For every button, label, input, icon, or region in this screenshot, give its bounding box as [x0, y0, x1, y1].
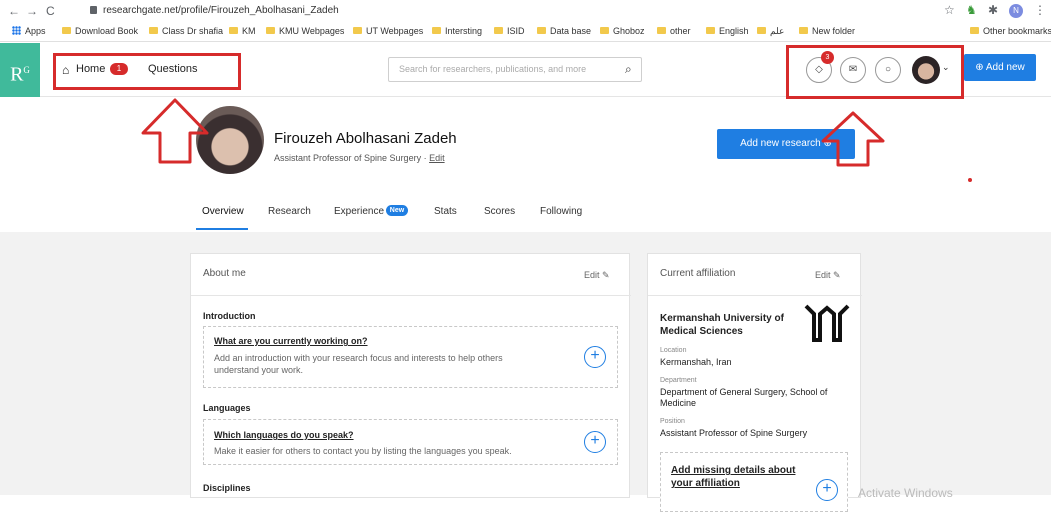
introduction-title: Introduction [203, 311, 256, 321]
bookmark-item[interactable]: UT Webpages [353, 26, 423, 36]
folder-icon [149, 27, 158, 34]
position-label: Position [660, 418, 685, 425]
plus-circle-icon: ⊕ [975, 62, 986, 73]
lock-icon [90, 6, 97, 14]
add-affiliation-details-icon[interactable]: + [816, 479, 838, 501]
reload-icon[interactable]: C [46, 4, 55, 18]
annotation-box-nav [53, 53, 241, 90]
browser-address-bar: ← → C researchgate.net/profile/Firouzeh_… [0, 0, 1051, 21]
apps-grid-icon [12, 26, 21, 35]
institution-name[interactable]: Kermanshah University of Medical Science… [660, 312, 800, 338]
url-field[interactable]: researchgate.net/profile/Firouzeh_Abolha… [90, 5, 339, 16]
about-edit-link[interactable]: Edit ✎ [584, 270, 610, 281]
puzzle-icon[interactable]: ✱ [988, 3, 998, 17]
extension-icon[interactable]: ♞ [966, 3, 977, 17]
location-label: Location [660, 347, 687, 354]
missing-details-prompt[interactable]: Add missing details about your affiliati… [671, 464, 811, 490]
browser-profile-avatar[interactable]: N [1009, 4, 1023, 18]
pencil-icon: ✎ [833, 270, 841, 280]
bookmark-item[interactable]: KMU Webpages [266, 26, 344, 36]
missing-details-box[interactable]: Add missing details about your affiliati… [660, 452, 848, 512]
edit-profile-link[interactable]: Edit [429, 153, 445, 163]
bookmark-item[interactable]: other [657, 26, 691, 36]
bookmark-item[interactable]: ISID [494, 26, 525, 36]
annotation-dot [968, 178, 972, 182]
languages-title: Languages [203, 403, 251, 413]
add-introduction-icon[interactable]: + [584, 346, 606, 368]
annotation-arrow-up-right [821, 111, 885, 167]
languages-prompt[interactable]: Which languages do you speak? [214, 430, 354, 440]
divider [648, 295, 862, 296]
disciplines-title: Disciplines [203, 483, 251, 493]
location-value: Kermanshah, Iran [660, 357, 732, 367]
profile-title: Assistant Professor of Spine Surgery · E… [274, 153, 445, 163]
folder-icon [657, 27, 666, 34]
bookmark-item[interactable]: English [706, 26, 749, 36]
search-icon[interactable]: ⌕ [625, 62, 632, 77]
folder-icon [229, 27, 238, 34]
folder-icon [799, 27, 808, 34]
introduction-prompt-box[interactable]: What are you currently working on? Add a… [203, 326, 618, 388]
tab-scores[interactable]: Scores [484, 206, 515, 217]
bookmark-item[interactable]: Class Dr shafia [149, 26, 223, 36]
folder-icon [62, 27, 71, 34]
folder-icon [970, 27, 979, 34]
bookmark-item[interactable]: Intersting [432, 26, 482, 36]
department-value: Department of General Surgery, School of… [660, 387, 828, 408]
pencil-icon: ✎ [602, 270, 610, 280]
affiliation-card: Current affiliation Edit ✎ Kermanshah Un… [647, 253, 862, 512]
folder-icon [537, 27, 546, 34]
star-icon[interactable]: ☆ [944, 3, 955, 17]
department-label: Department [660, 377, 697, 384]
folder-icon [266, 27, 275, 34]
introduction-prompt[interactable]: What are you currently working on? [214, 336, 368, 346]
active-tab-indicator [196, 228, 248, 230]
affiliation-edit-link[interactable]: Edit ✎ [815, 270, 841, 281]
bookmark-item[interactable]: Data base [537, 26, 591, 36]
position-value: Assistant Professor of Spine Surgery [660, 428, 808, 438]
bookmark-item[interactable]: علم [757, 26, 784, 37]
new-badge: New [386, 205, 408, 216]
affiliation-heading: Current affiliation [660, 268, 736, 279]
forward-arrow-icon[interactable]: → [26, 4, 38, 18]
annotation-arrow-up-left [141, 98, 209, 164]
windows-activation-watermark: Activate Windows [858, 486, 953, 500]
annotation-box-header-icons [786, 45, 964, 99]
institution-logo-icon [804, 304, 850, 342]
folder-icon [706, 27, 715, 34]
folder-icon [757, 27, 766, 34]
add-new-button[interactable]: ⊕ Add new [964, 54, 1036, 81]
bookmarks-bar: Apps Download Book Class Dr shafia KM KM… [0, 21, 1051, 42]
folder-icon [494, 27, 503, 34]
tab-overview[interactable]: Overview [202, 206, 244, 217]
bookmark-item[interactable]: Ghoboz [600, 26, 645, 36]
tab-following[interactable]: Following [540, 206, 582, 217]
menu-dots-icon[interactable]: ⋮ [1034, 3, 1046, 17]
tab-experience[interactable]: Experience [334, 206, 384, 217]
languages-description: Make it easier for others to contact you… [214, 446, 512, 456]
profile-name: Firouzeh Abolhasani Zadeh [274, 130, 457, 147]
researchgate-logo[interactable]: RG [0, 43, 40, 97]
about-heading: About me [203, 268, 246, 279]
back-arrow-icon[interactable]: ← [8, 4, 20, 18]
tab-stats[interactable]: Stats [434, 206, 457, 217]
bookmark-item[interactable]: Download Book [62, 26, 138, 36]
folder-icon [353, 27, 362, 34]
add-language-icon[interactable]: + [584, 431, 606, 453]
bookmark-other[interactable]: Other bookmarks [970, 26, 1051, 36]
divider [191, 295, 631, 296]
bookmark-item[interactable]: KM [229, 26, 256, 36]
introduction-description: Add an introduction with your research f… [214, 353, 503, 375]
folder-icon [432, 27, 441, 34]
about-me-card: About me Edit ✎ Introduction What are yo… [190, 253, 631, 498]
languages-prompt-box[interactable]: Which languages do you speak? Make it ea… [203, 419, 618, 465]
bookmark-apps[interactable]: Apps [12, 26, 46, 36]
search-input[interactable]: Search for researchers, publications, an… [388, 57, 642, 82]
bookmark-item[interactable]: New folder [799, 26, 855, 36]
tab-research[interactable]: Research [268, 206, 311, 217]
folder-icon [600, 27, 609, 34]
